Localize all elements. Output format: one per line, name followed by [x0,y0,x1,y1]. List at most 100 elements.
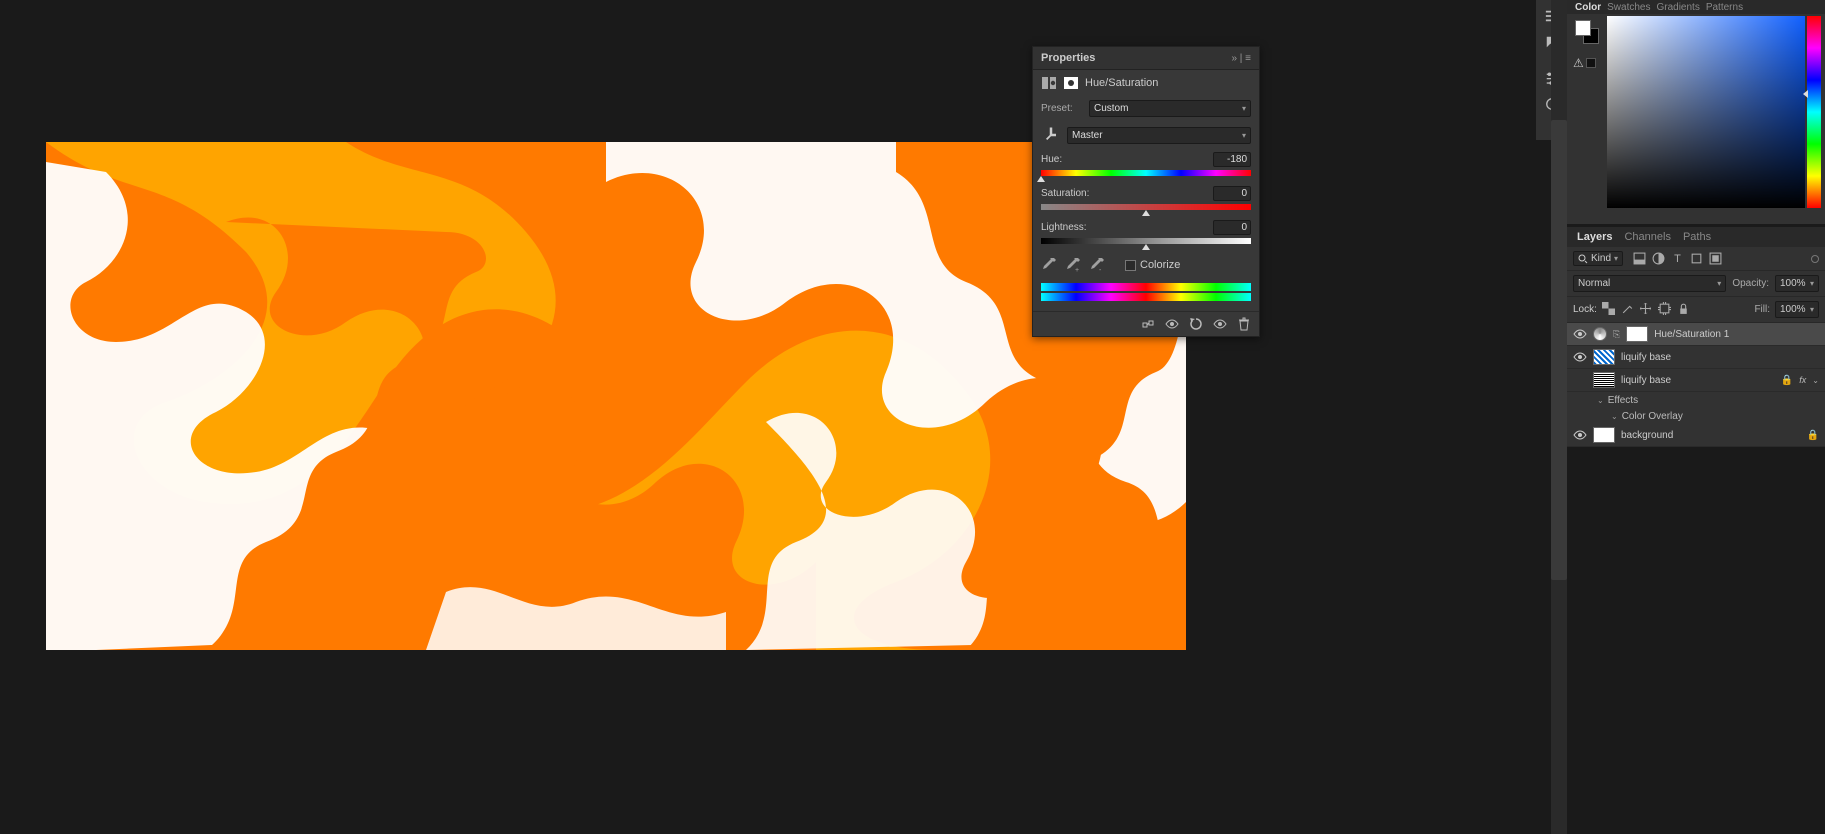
tab-patterns[interactable]: Patterns [1706,2,1743,13]
lock-icon: 🔒 [1781,375,1793,386]
properties-panel-header[interactable]: Properties » | ≡ [1033,47,1259,70]
chevron-down-icon[interactable]: ⌄ [1812,376,1819,385]
adjustment-type-row: Hue/Saturation [1033,70,1259,96]
layer-name[interactable]: Hue/Saturation 1 [1654,329,1819,340]
link-icon: ⎘ [1613,329,1620,340]
effects-label: Effects [1608,395,1638,406]
layer-thumb[interactable] [1593,349,1615,365]
fx-badge[interactable]: fx [1799,375,1806,385]
filter-pixel-icon[interactable] [1633,252,1646,265]
lock-row: Lock: Fill: 100% ▾ [1567,297,1825,323]
layer-thumb[interactable] [1593,427,1615,443]
trash-icon[interactable] [1237,317,1251,331]
filter-shape-icon[interactable] [1690,252,1703,265]
visibility-eye-icon[interactable] [1573,350,1587,364]
channel-select[interactable]: Master ▾ [1067,127,1251,144]
layer-background[interactable]: background 🔒 [1567,424,1825,447]
tab-gradients[interactable]: Gradients [1656,2,1699,13]
saturation-value-input[interactable] [1213,186,1251,201]
tab-paths[interactable]: Paths [1683,231,1711,243]
color-field[interactable] [1607,16,1805,208]
colorize-checkbox-wrap[interactable]: Colorize [1125,259,1180,271]
properties-panel-footer [1033,311,1259,336]
lock-all-icon[interactable] [1677,302,1690,315]
targeted-adjustment-icon[interactable] [1041,125,1061,145]
layer-name[interactable]: liquify base [1621,352,1819,363]
layer-liquify-base-2[interactable]: liquify base 🔒 fx ⌄ [1567,369,1825,392]
filter-kind-select[interactable]: Kind ▾ [1573,251,1623,266]
eyedropper-icon[interactable] [1041,257,1057,273]
lightness-slider-track[interactable] [1041,238,1251,244]
lock-transparency-icon[interactable] [1602,302,1615,315]
saturation-label: Saturation: [1041,188,1089,199]
layer-mask-thumb[interactable] [1626,326,1648,342]
layer-thumb[interactable] [1593,372,1615,388]
preset-select[interactable]: Custom ▾ [1089,100,1251,117]
tab-channels[interactable]: Channels [1624,231,1670,243]
eyedropper-minus-icon[interactable]: - [1089,257,1105,273]
toggle-visibility-icon[interactable] [1213,317,1227,331]
lock-pixels-icon[interactable] [1621,302,1634,315]
clip-to-layer-icon[interactable] [1141,317,1155,331]
layers-panel: Layers Channels Paths Kind ▾ T Normal ▾ … [1567,226,1825,447]
tab-color[interactable]: Color [1575,2,1601,13]
layer-effects-header[interactable]: ⌄ Effects [1567,392,1825,408]
hue-value-input[interactable] [1213,152,1251,167]
visibility-eye-icon[interactable] [1573,327,1587,341]
out-of-gamut-warning[interactable]: ⚠ [1573,56,1596,70]
visibility-eye-hidden-icon[interactable] [1573,373,1587,387]
layer-effect-item[interactable]: ⌄ Color Overlay [1567,408,1825,424]
panel-collapse-icon[interactable]: » | ≡ [1231,53,1251,64]
chevron-down-icon: ▾ [1242,131,1246,140]
layer-name[interactable]: liquify base [1621,375,1771,386]
fill-value-input[interactable]: 100% ▾ [1775,301,1819,318]
colorize-checkbox[interactable] [1125,260,1136,271]
hue-slider-row: Hue: [1033,149,1259,183]
saturation-slider-row: Saturation: [1033,183,1259,217]
blend-mode-select[interactable]: Normal ▾ [1573,275,1726,292]
foreground-background-swatch[interactable] [1575,20,1599,44]
layer-liquify-base-1[interactable]: liquify base [1567,346,1825,369]
effects-expand-icon[interactable]: ⌄ [1597,396,1604,405]
eyedropper-plus-icon[interactable]: + [1065,257,1081,273]
saturation-slider-handle[interactable] [1142,210,1150,216]
tab-layers[interactable]: Layers [1577,231,1612,243]
layer-hue-saturation[interactable]: ⎘ Hue/Saturation 1 [1567,323,1825,346]
vertical-scrollbar[interactable] [1551,0,1567,834]
opacity-value-input[interactable]: 100% ▾ [1775,275,1819,292]
hue-strip[interactable] [1807,16,1821,208]
lock-label: Lock: [1573,304,1597,315]
filter-toggle-switch[interactable] [1811,255,1819,263]
channel-value: Master [1072,130,1103,141]
canvas[interactable] [46,142,1186,650]
filter-type-icon-text[interactable]: T [1671,252,1684,265]
blend-mode-row: Normal ▾ Opacity: 100% ▾ [1567,271,1825,297]
filter-adjustment-icon[interactable] [1652,252,1665,265]
svg-text:-: - [1099,267,1102,273]
reset-icon[interactable] [1189,317,1203,331]
view-previous-icon[interactable] [1165,317,1179,331]
lightness-slider-handle[interactable] [1142,244,1150,250]
preset-value: Custom [1094,103,1128,114]
preset-label: Preset: [1041,103,1083,114]
chevron-down-icon: ▾ [1614,254,1618,263]
lock-artboard-icon[interactable] [1658,302,1671,315]
scrollbar-thumb[interactable] [1551,120,1567,580]
hue-slider-track[interactable] [1041,170,1251,176]
saturation-slider-track[interactable] [1041,204,1251,210]
lock-position-icon[interactable] [1639,302,1652,315]
lightness-value-input[interactable] [1213,220,1251,235]
effect-name: Color Overlay [1622,411,1683,422]
blend-mode-value: Normal [1578,278,1610,289]
tab-swatches[interactable]: Swatches [1607,2,1650,13]
nearest-color-swatch[interactable] [1586,58,1596,68]
hue-slider-handle[interactable] [1037,176,1045,182]
svg-text:+: + [1075,267,1079,273]
filter-smartobject-icon[interactable] [1709,252,1722,265]
document-artwork [46,142,1186,650]
layer-name[interactable]: background [1621,430,1797,441]
visibility-eye-icon[interactable] [1573,428,1587,442]
filter-type-icons: T [1633,252,1722,265]
foreground-swatch[interactable] [1575,20,1591,36]
hue-strip-pointer[interactable] [1803,90,1808,98]
